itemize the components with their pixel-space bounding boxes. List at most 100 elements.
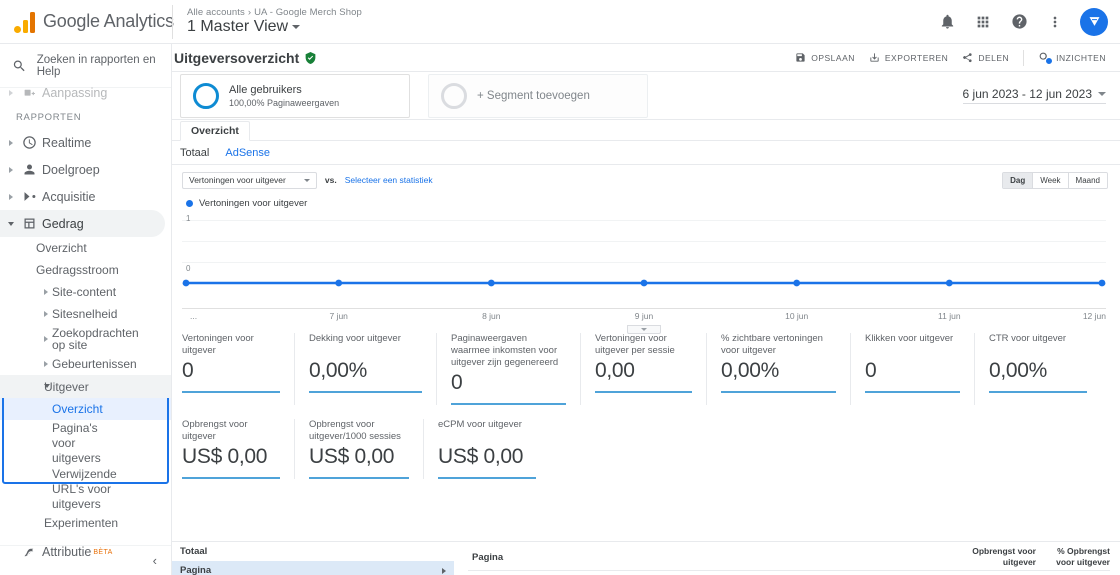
metric-card-label: eCPM voor uitgever — [438, 419, 522, 430]
top-bar-actions — [930, 5, 1120, 39]
sidebar-nav: Aanpassing RAPPORTEN Realtime Doelgroep — [0, 84, 171, 575]
metric-card-sparkline — [721, 391, 836, 393]
acquisition-icon — [16, 189, 42, 204]
clock-icon — [16, 135, 42, 150]
sidebar-subitem-uitgever[interactable]: Uitgever — [0, 375, 171, 398]
vs-label: vs. — [324, 175, 337, 185]
subtab-adsense[interactable]: AdSense — [225, 147, 270, 159]
more-vert-icon[interactable] — [1038, 5, 1072, 39]
subtab-totaal[interactable]: Totaal — [180, 147, 209, 159]
granularity-dag[interactable]: Dag — [1003, 172, 1034, 188]
metric-column-headers: Opbrengst voor uitgever % Opbrengst voor… — [970, 546, 1110, 568]
metric-card-sparkline — [989, 391, 1087, 393]
sidebar-subitem-label: Experimenten — [44, 516, 119, 530]
sub-tab-row: Totaal AdSense — [172, 141, 1120, 165]
page-title: Uitgeversoverzicht — [174, 50, 317, 66]
date-range-picker[interactable]: 6 jun 2023 - 12 jun 2023 — [962, 87, 1106, 104]
insights-icon — [1038, 51, 1054, 65]
share-button[interactable]: DELEN — [962, 52, 1009, 63]
sidebar-subitem-label: Gedragsstroom — [36, 263, 119, 277]
export-label: EXPORTEREN — [884, 52, 949, 63]
expand-arrow-icon — [442, 567, 446, 574]
sidebar-subitem-gedragsstroom[interactable]: Gedragsstroom — [0, 259, 171, 281]
avatar[interactable] — [1080, 7, 1108, 36]
add-segment-ring-icon — [441, 82, 467, 109]
search-icon — [13, 59, 25, 71]
export-icon — [870, 53, 879, 62]
expand-arrow-icon — [44, 336, 48, 342]
export-button[interactable]: EXPORTEREN — [869, 52, 948, 63]
metric-card-sparkline — [595, 391, 692, 393]
save-button[interactable]: OPSLAAN — [795, 52, 855, 63]
sidebar-item-aanpassing[interactable]: Aanpassing — [0, 84, 171, 102]
granularity-maand[interactable]: Maand — [1068, 172, 1107, 188]
metric-card-value: 0,00% — [989, 359, 1048, 382]
help-circle-icon[interactable] — [1002, 5, 1036, 39]
divider — [1023, 49, 1025, 66]
chevron-down-icon — [641, 328, 647, 331]
metric-card-label: Klikken voor uitgever — [865, 333, 954, 344]
sidebar-subitem-zoekopdrachten[interactable]: Zoekopdrachten op site — [0, 325, 171, 353]
account-selector[interactable]: Alle accounts › UA - Google Merch Shop 1 M… — [172, 4, 362, 39]
expand-arrow-icon — [6, 90, 16, 96]
dimension-pagina[interactable]: Pagina — [172, 561, 454, 575]
sidebar-item-label: Realtime — [42, 135, 92, 150]
sidebar-subitem-sitesnelheid[interactable]: Sitesnelheid — [0, 303, 171, 325]
dimension-label: Pagina — [180, 565, 212, 575]
sidebar-section-rapporten: RAPPORTEN — [16, 112, 82, 123]
sidebar-subitem-overzicht[interactable]: Overzicht — [0, 237, 171, 259]
sidebar-subitem-site-content[interactable]: Site-content — [0, 281, 171, 303]
insights-button[interactable]: INZICHTEN — [1038, 51, 1106, 65]
metric-select[interactable]: Vertoningen voor uitgever — [182, 171, 317, 189]
analytics-logo-icon — [14, 11, 35, 33]
legend-label: Vertoningen voor uitgever — [199, 197, 308, 209]
behavior-icon — [16, 216, 42, 231]
sidebar-item-gedrag[interactable]: Gedrag — [0, 210, 165, 237]
chart-plot-area[interactable]: 1 0 — [182, 213, 1106, 309]
x-axis-tick: 11 jun — [938, 311, 961, 321]
metric-card: Opbrengst voor uitgever US$ 0,00 — [182, 419, 295, 479]
apps-grid-icon[interactable] — [966, 5, 1000, 39]
granularity-week[interactable]: Week — [1033, 172, 1069, 188]
sidebar-subitem-label: Zoekopdrachten op site — [52, 326, 139, 352]
view-name-label: 1 Master View — [187, 18, 289, 35]
x-axis-tick: 9 jun — [634, 311, 654, 321]
metric-card-sparkline — [865, 391, 960, 393]
sidebar-subitem-experimenten[interactable]: Experimenten — [0, 512, 171, 534]
tab-overzicht[interactable]: Overzicht — [180, 121, 250, 141]
x-axis-tick: 12 jun — [1082, 311, 1106, 321]
search-input[interactable]: Zoeken in rapporten en Help — [0, 44, 171, 88]
collapse-sidebar-button[interactable]: ‹ — [153, 553, 157, 568]
sidebar-item-realtime[interactable]: Realtime — [0, 129, 171, 156]
ga-logo[interactable]: Google Analytics — [0, 11, 174, 33]
column-header-pagina[interactable]: Pagina — [472, 552, 503, 563]
sidebar-item-doelgroep[interactable]: Doelgroep — [0, 156, 171, 183]
sidebar: Zoeken in rapporten en Help Aanpassing R… — [0, 44, 172, 575]
metric-cards-row-1: Vertoningen voor uitgever 0 Dekking voor u… — [172, 325, 1120, 405]
metric-card: Vertoningen voor uitgever 0 — [182, 333, 295, 405]
column-header-opbrengst[interactable]: Opbrengst voor uitgever — [970, 546, 1036, 568]
segment-all-users[interactable]: Alle gebruikers 100,00% Paginaweergaven — [180, 73, 410, 118]
insights-label: INZICHTEN — [1056, 52, 1106, 63]
breadcrumb-accounts: Alle accounts — [187, 7, 245, 18]
view-name[interactable]: 1 Master View — [187, 18, 362, 36]
main-content: Uitgeversoverzicht OPSLAAN EXPORTEREN DE… — [172, 44, 1120, 575]
sidebar-subitem-gebeurtenissen[interactable]: Gebeurtenissen — [0, 353, 171, 375]
metric-card-sparkline — [309, 477, 409, 479]
top-app-bar: Google Analytics Alle accounts › UA - Goog… — [0, 0, 1120, 44]
metric-card: CTR voor uitgever 0,00% — [989, 333, 1101, 405]
add-segment-button[interactable]: + Segment toevoegen — [428, 73, 648, 118]
column-header-pct-opbrengst[interactable]: % Opbrengst voor uitgever — [1044, 546, 1110, 568]
bell-icon[interactable] — [930, 5, 964, 39]
sidebar-subitem-label: Uitgever — [44, 379, 89, 394]
metric-card-sparkline — [182, 477, 280, 479]
metric-card-label: Vertoningen voor uitgever per sessie — [595, 333, 675, 356]
person-icon — [16, 162, 42, 177]
metric-card-label: CTR voor uitgever — [989, 333, 1067, 344]
table-headers: Pagina Opbrengst voor uitgever % Opbreng… — [454, 542, 1120, 575]
sidebar-item-acquisitie[interactable]: Acquisitie — [0, 183, 171, 210]
segment-subtitle: 100,00% Paginaweergaven — [229, 97, 340, 108]
select-metric-link[interactable]: Selecteer een statistiek — [345, 175, 433, 185]
collapse-arrow-icon — [6, 221, 16, 226]
x-axis-tick: 7 jun — [329, 311, 348, 321]
